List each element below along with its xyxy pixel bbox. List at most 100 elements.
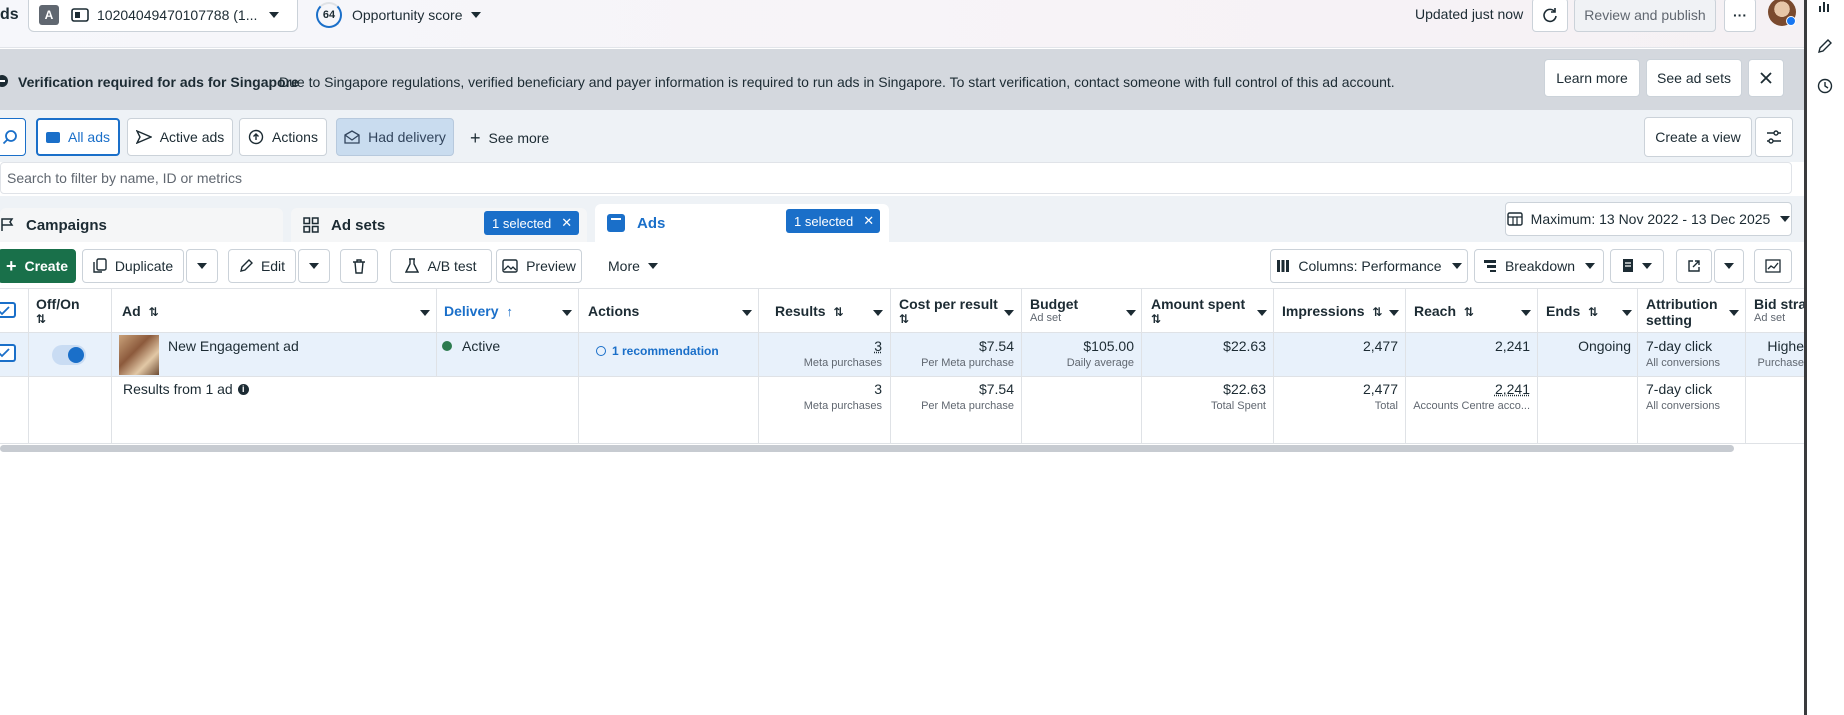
more-actions-button[interactable]: More (608, 249, 668, 283)
export-button[interactable] (1676, 249, 1712, 283)
filter-all-ads[interactable]: All ads (36, 118, 120, 156)
opportunity-score[interactable]: 64 Opportunity score (316, 2, 481, 28)
create-view-button[interactable]: Create a view (1644, 117, 1752, 157)
summary-reach: 2,241 Accounts Centre acco... (1413, 381, 1530, 412)
header-amount-spent[interactable]: Amount spent ⇅ (1151, 296, 1259, 326)
search-input[interactable]: Search to filter by name, ID or metrics (0, 162, 1792, 194)
sort-icon[interactable]: ⇅ (149, 305, 159, 319)
chevron-down-icon[interactable] (873, 310, 883, 316)
date-range-picker[interactable]: Maximum: 13 Nov 2022 - 13 Dec 2025 (1505, 202, 1792, 236)
chevron-down-icon[interactable] (1729, 310, 1739, 316)
chevron-down-icon[interactable] (1622, 310, 1632, 316)
horizontal-scrollbar[interactable] (0, 445, 1734, 452)
cell-reach: 2,241 (1494, 338, 1530, 354)
select-all-checkbox[interactable] (0, 302, 16, 318)
search-icon (2, 130, 17, 145)
filter-actions[interactable]: Actions (239, 118, 327, 156)
recommendation-link[interactable]: 1 recommendation (596, 344, 756, 358)
ad-name-link[interactable]: New Engagement ad (168, 338, 428, 354)
see-ad-sets-button[interactable]: See ad sets (1646, 59, 1742, 97)
chevron-down-icon[interactable] (742, 310, 752, 316)
avatar[interactable] (1768, 0, 1796, 26)
export-dropdown[interactable] (1714, 249, 1744, 283)
cell-budget[interactable]: $105.00 Daily average (1026, 338, 1134, 369)
ad-toggle[interactable] (52, 345, 86, 365)
header-attribution[interactable]: Attribution setting (1646, 296, 1736, 328)
sort-asc-icon[interactable]: ↑ (506, 304, 513, 319)
edit-dropdown[interactable] (298, 249, 330, 283)
duplicate-dropdown[interactable] (186, 249, 218, 283)
chevron-down-icon (1642, 263, 1652, 269)
sort-icon[interactable]: ⇅ (1464, 305, 1474, 319)
refresh-button[interactable] (1532, 0, 1568, 32)
tab-campaigns[interactable]: Campaigns (0, 208, 283, 242)
recommendation-icon (596, 346, 606, 356)
header-ad[interactable]: Ad ⇅ (122, 303, 422, 319)
header-actions[interactable]: Actions (588, 303, 728, 319)
header-impressions[interactable]: Impressions ⇅ (1282, 303, 1392, 319)
preview-button[interactable]: Preview (496, 249, 582, 283)
banner-title: Verification required for ads for Singap… (18, 74, 299, 90)
ad-sets-selected-badge[interactable]: 1 selected ✕ (484, 211, 579, 235)
duplicate-button[interactable]: Duplicate (82, 249, 184, 283)
header-bid-strategy[interactable]: Bid stra Ad set (1754, 296, 1804, 324)
edit-button[interactable]: Edit (228, 249, 296, 283)
header-delivery[interactable]: Delivery ↑ (444, 303, 554, 319)
filter-active-ads[interactable]: Active ads (127, 118, 233, 156)
sort-icon[interactable]: ⇅ (833, 305, 843, 319)
chevron-down-icon (1585, 263, 1596, 269)
chevron-down-icon[interactable] (1521, 310, 1531, 316)
calendar-icon (1506, 212, 1523, 226)
pencil-icon[interactable] (1817, 38, 1833, 54)
chevron-down-icon[interactable] (1004, 310, 1014, 316)
columns-button[interactable]: Columns: Performance (1270, 249, 1468, 283)
sort-icon[interactable]: ⇅ (1588, 305, 1598, 319)
filter-bar: All ads Active ads Actions Had delivery … (0, 110, 1804, 162)
columns-icon (1277, 260, 1290, 272)
charts-button[interactable] (1754, 249, 1792, 283)
breakdown-icon (1483, 260, 1496, 272)
review-publish-button[interactable]: Review and publish (1574, 0, 1716, 32)
header-reach[interactable]: Reach ⇅ (1414, 303, 1514, 319)
header-cost-per-result[interactable]: Cost per result ⇅ (899, 296, 1003, 326)
view-settings-button[interactable] (1755, 117, 1793, 157)
account-selector[interactable]: A 10204049470107788 (1... (28, 0, 298, 32)
row-checkbox[interactable] (0, 344, 16, 362)
header-ends[interactable]: Ends ⇅ (1546, 303, 1616, 319)
header-offon[interactable]: Off/On ⇅ (36, 296, 106, 326)
close-icon[interactable]: ✕ (561, 215, 572, 231)
ads-selected-badge[interactable]: 1 selected ✕ (786, 209, 880, 233)
header-budget[interactable]: Budget Ad set (1030, 296, 1120, 324)
trash-icon (353, 259, 365, 274)
sort-icon[interactable]: ⇅ (36, 312, 106, 326)
chevron-down-icon[interactable] (1389, 310, 1399, 316)
chevron-down-icon[interactable] (1257, 310, 1267, 316)
sort-icon[interactable]: ⇅ (1372, 305, 1382, 319)
reports-button[interactable] (1610, 249, 1664, 283)
search-toggle-button[interactable] (0, 118, 26, 156)
see-more-button[interactable]: + See more (470, 126, 549, 150)
reports-chart-icon[interactable] (1817, 0, 1833, 12)
filter-had-delivery[interactable]: Had delivery (336, 118, 454, 156)
chevron-down-icon[interactable] (1126, 310, 1136, 316)
ab-test-button[interactable]: A/B test (390, 249, 492, 283)
close-banner-button[interactable] (1748, 59, 1784, 97)
close-icon[interactable]: ✕ (863, 213, 874, 229)
chevron-down-icon[interactable] (420, 310, 430, 316)
chevron-down-icon[interactable] (562, 310, 572, 316)
summary-impressions: 2,477 Total (1362, 381, 1398, 412)
learn-more-button[interactable]: Learn more (1544, 59, 1640, 97)
cell-impressions: 2,477 (1362, 338, 1398, 354)
header-results[interactable]: Results ⇅ (775, 303, 865, 319)
create-button[interactable]: + Create (0, 249, 76, 283)
chevron-down-icon (1451, 263, 1462, 269)
cell-results[interactable]: 3 Meta purchases (770, 338, 882, 369)
more-options-button[interactable]: ··· (1724, 0, 1756, 32)
ad-thumbnail[interactable] (119, 335, 159, 375)
delete-button[interactable] (340, 249, 378, 283)
info-icon[interactable]: i (237, 383, 249, 395)
history-clock-icon[interactable] (1817, 78, 1833, 94)
breakdown-button[interactable]: Breakdown (1474, 249, 1604, 283)
sort-icon[interactable]: ⇅ (1151, 312, 1259, 326)
sort-icon[interactable]: ⇅ (899, 312, 1003, 326)
